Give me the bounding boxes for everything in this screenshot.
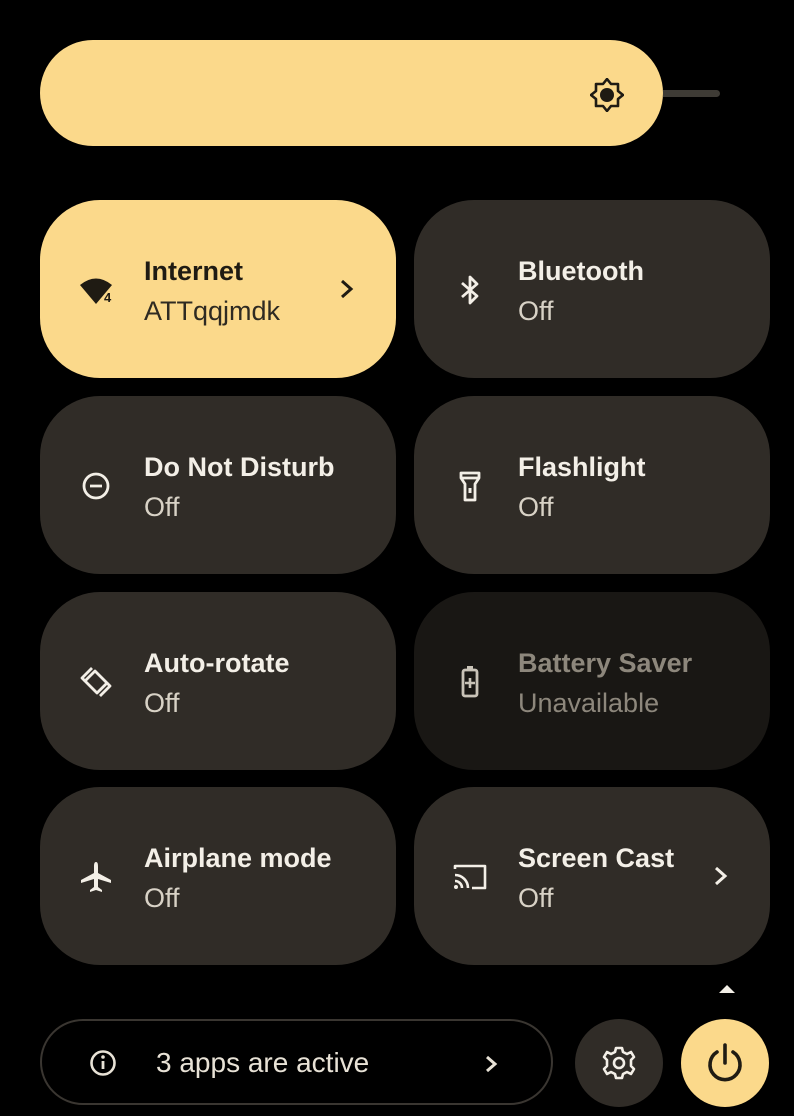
tile-dnd-subtitle: Off [144, 492, 180, 522]
tile-bluetooth-subtitle: Off [518, 296, 554, 326]
tile-internet[interactable]: 4 Internet ATTqqjmdk [40, 200, 396, 378]
screen-cast-icon [453, 864, 487, 890]
chevron-right-icon [341, 279, 354, 299]
brightness-track[interactable] [663, 90, 720, 97]
flashlight-icon [459, 471, 481, 502]
power-icon [708, 1043, 742, 1082]
tile-airplane-mode[interactable]: Airplane mode Off [40, 787, 396, 965]
tile-screen-cast[interactable]: Screen Cast Off [414, 787, 770, 965]
settings-button[interactable] [575, 1019, 663, 1107]
info-icon [90, 1050, 116, 1076]
brightness-icon [590, 78, 624, 112]
tile-auto-rotate-subtitle: Off [144, 688, 180, 718]
airplane-icon [81, 862, 111, 892]
tile-battery-saver[interactable]: Battery Saver Unavailable [414, 592, 770, 770]
tile-internet-title: Internet [144, 256, 244, 286]
tile-airplane-title: Airplane mode [144, 843, 332, 873]
wifi-icon: 4 [80, 278, 112, 305]
tile-battery-saver-title: Battery Saver [518, 648, 693, 678]
tile-auto-rotate[interactable]: Auto-rotate Off [40, 592, 396, 770]
tile-flashlight[interactable]: Flashlight Off [414, 396, 770, 574]
tile-airplane-subtitle: Off [144, 883, 180, 913]
tile-battery-saver-subtitle: Unavailable [518, 688, 660, 718]
expand-caret-icon[interactable] [718, 984, 736, 994]
tile-screen-cast-subtitle: Off [518, 883, 554, 913]
tile-auto-rotate-title: Auto-rotate [144, 648, 290, 678]
tile-bluetooth-title: Bluetooth [518, 256, 644, 286]
tile-flashlight-title: Flashlight [518, 452, 646, 482]
gear-icon [602, 1046, 636, 1080]
tile-do-not-disturb[interactable]: Do Not Disturb Off [40, 396, 396, 574]
tile-flashlight-subtitle: Off [518, 492, 554, 522]
chevron-right-icon [715, 866, 728, 886]
do-not-disturb-icon [82, 472, 110, 500]
chevron-right-icon [486, 1055, 498, 1073]
wifi-badge: 4 [104, 290, 112, 305]
tile-internet-subtitle: ATTqqjmdk [144, 296, 281, 326]
tile-screen-cast-title: Screen Cast [518, 843, 675, 873]
power-button[interactable] [681, 1019, 769, 1107]
tile-bluetooth[interactable]: Bluetooth Off [414, 200, 770, 378]
active-apps-button[interactable]: 3 apps are active [40, 1019, 553, 1105]
brightness-slider[interactable] [40, 40, 663, 146]
battery-saver-icon [461, 666, 479, 698]
tile-dnd-title: Do Not Disturb [144, 452, 334, 482]
auto-rotate-icon [80, 667, 112, 697]
active-apps-label: 3 apps are active [156, 1047, 370, 1078]
bluetooth-icon [461, 275, 479, 305]
